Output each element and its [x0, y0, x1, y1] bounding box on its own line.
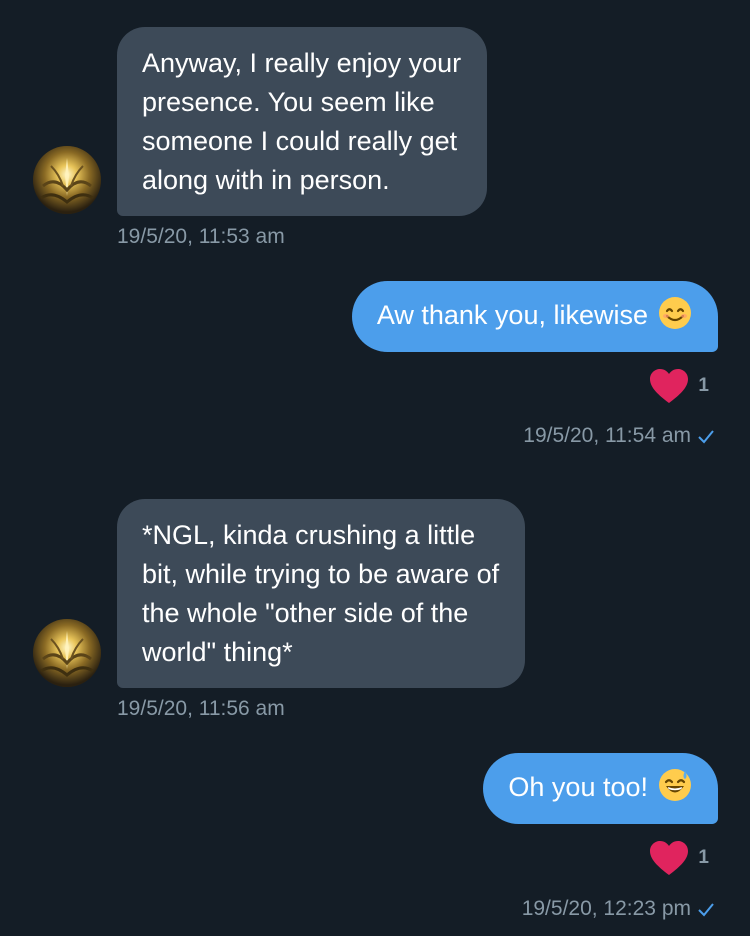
- dm-conversation: Anyway, I really enjoy your presence. Yo…: [0, 0, 750, 936]
- sent-message-bubble[interactable]: Aw thank you, likewise: [351, 281, 718, 352]
- received-message-bubble[interactable]: *NGL, kinda crushing a little bit, while…: [117, 499, 526, 688]
- timestamp-text: 19/5/20, 12:23 pm: [521, 897, 691, 920]
- message-timestamp: 19/5/20, 12:23 pm: [522, 897, 714, 923]
- message-text-line: the whole "other side of the: [142, 598, 469, 628]
- smiling-face-icon: [658, 296, 692, 330]
- message-text-line: along with in person.: [142, 165, 390, 195]
- message-reaction[interactable]: 1: [649, 368, 709, 404]
- message-timestamp: 19/5/20, 11:53 am: [117, 225, 285, 248]
- sweat-smile-icon: [658, 768, 692, 802]
- heart-icon: [649, 368, 689, 404]
- check-icon: [698, 899, 714, 923]
- reaction-count: 1: [698, 847, 709, 868]
- message-text-line: world" thing*: [142, 637, 293, 667]
- message-text: Oh you too!: [508, 772, 648, 802]
- message-text-line: bit, while trying to be aware of: [142, 559, 500, 589]
- heart-icon: [649, 840, 689, 876]
- message-text: Aw thank you, likewise: [376, 300, 648, 330]
- avatar[interactable]: [33, 619, 101, 687]
- avatar-image: [33, 619, 101, 687]
- reaction-count: 1: [698, 375, 709, 396]
- message-timestamp: 19/5/20, 11:56 am: [117, 697, 285, 720]
- message-reaction[interactable]: 1: [649, 840, 709, 876]
- timestamp-text: 19/5/20, 11:54 am: [523, 424, 691, 447]
- message-text-line: presence. You seem like: [142, 87, 435, 117]
- avatar[interactable]: [33, 146, 101, 214]
- avatar-image: [33, 146, 101, 214]
- message-text-line: someone I could really get: [142, 126, 458, 156]
- sent-message-bubble[interactable]: Oh you too!: [483, 753, 718, 824]
- message-text-line: Anyway, I really enjoy your: [142, 48, 462, 78]
- check-icon: [698, 426, 714, 450]
- message-text-line: *NGL, kinda crushing a little: [142, 520, 476, 550]
- message-timestamp: 19/5/20, 11:54 am: [523, 424, 714, 450]
- received-message-bubble[interactable]: Anyway, I really enjoy your presence. Yo…: [117, 27, 488, 216]
